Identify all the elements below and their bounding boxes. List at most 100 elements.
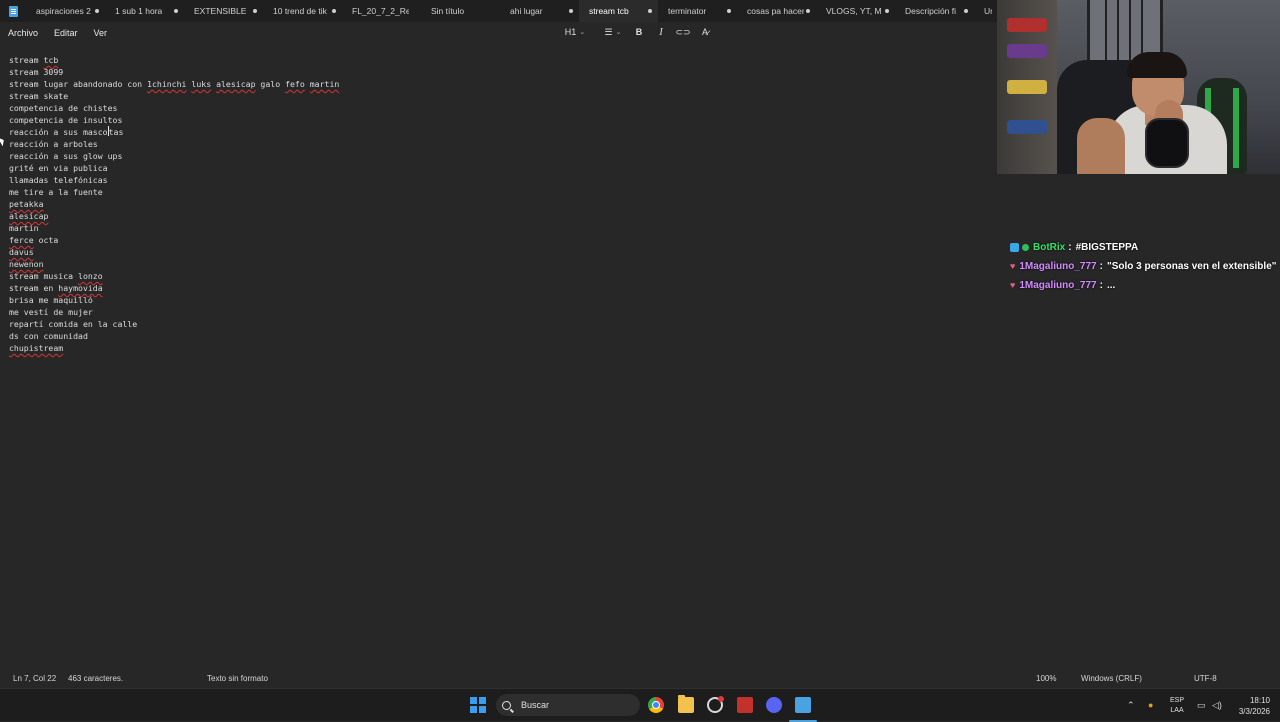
start-button[interactable] [470, 697, 486, 713]
text-line[interactable]: brisa me maquilló [9, 294, 93, 306]
text-line[interactable]: newenon [9, 258, 44, 270]
text-line[interactable]: petakka [9, 198, 44, 210]
chat-username: BotRix [1033, 241, 1066, 253]
unsaved-dot-icon[interactable] [964, 9, 968, 13]
unsaved-dot-icon[interactable] [885, 9, 889, 13]
line-ending[interactable]: Windows (CRLF) [1081, 674, 1142, 683]
tab[interactable]: FL_20_7_2_Res_temp [342, 0, 421, 22]
text-line[interactable]: stream musica lonzo [9, 270, 103, 282]
text-line[interactable]: me vestí de mujer [9, 306, 93, 318]
text-line[interactable]: reacción a arboles [9, 138, 98, 150]
text-segment: stream en [9, 283, 59, 293]
unsaved-dot-icon[interactable] [174, 9, 178, 13]
tab[interactable]: terminator [658, 0, 737, 22]
tab[interactable]: EXTENSIBLE [184, 0, 263, 22]
encoding[interactable]: UTF-8 [1194, 674, 1217, 683]
text-segment: competencia de insultos [9, 115, 123, 125]
network-icon[interactable]: ▭ [1197, 700, 1206, 711]
text-segment: grité en via publica [9, 163, 108, 173]
chevron-up-icon[interactable]: ⌃ [1127, 700, 1135, 711]
unsaved-dot-icon[interactable] [95, 9, 99, 13]
text-segment: stream 3099 [9, 67, 64, 77]
text-line[interactable]: competencia de insultos [9, 114, 122, 126]
italic-button[interactable]: I [650, 23, 672, 41]
file-explorer-icon[interactable] [678, 695, 694, 713]
text-segment: octa [33, 235, 59, 245]
bot-icon [1010, 242, 1019, 252]
text-line[interactable]: stream tcb [9, 54, 58, 66]
bold-button[interactable]: B [628, 23, 650, 41]
tab-label: Sin título [431, 6, 465, 16]
tab[interactable]: 10 trend de tik [263, 0, 342, 22]
menu-archivo[interactable]: Archivo [0, 28, 46, 38]
text-line[interactable]: reacción a sus mascotas [9, 126, 123, 138]
misspelled-word: petakka [9, 199, 44, 209]
unsaved-dot-icon[interactable] [806, 9, 810, 13]
text-line[interactable]: martin [9, 222, 39, 234]
unsaved-dot-icon[interactable] [648, 9, 652, 13]
chat-message: ♥ 1Magaliuno_777:... [1010, 276, 1115, 294]
text-line[interactable]: competencia de chistes [9, 102, 117, 114]
text-line[interactable]: chupistream [9, 342, 63, 354]
text-line[interactable]: stream lugar abandonado con 1chinchi luk… [9, 78, 339, 90]
tab[interactable]: Descripción fi [895, 0, 974, 22]
tab-label: ahi lugar [510, 6, 543, 16]
search-placeholder: Buscar [521, 700, 550, 710]
system-clock[interactable]: 18:10 3/3/2026 [1226, 695, 1270, 717]
microphone-tray-icon[interactable]: ● [1148, 700, 1153, 710]
tab[interactable]: ahi lugar [500, 0, 579, 22]
tab-label: 1 sub 1 hora [115, 6, 163, 16]
chat-message: ♥ 1Magaliuno_777: "Solo 3 personas ven el … [1010, 257, 1277, 275]
text-line[interactable]: stream skate [9, 90, 68, 102]
misspelled-word: ferce [9, 235, 34, 245]
volume-icon[interactable]: ◁) [1212, 700, 1222, 711]
app-icon[interactable] [707, 696, 724, 713]
text-line[interactable]: llamadas telefónicas [9, 174, 108, 186]
text-line[interactable]: davus [9, 246, 34, 258]
language-indicator[interactable]: ESP LAA [1170, 696, 1184, 716]
menu-editar[interactable]: Editar [46, 28, 86, 38]
misspelled-word: newenon [9, 259, 44, 269]
tab[interactable]: aspiraciones 2 [26, 0, 105, 22]
heading-dropdown[interactable]: H1 ⌄ [562, 23, 588, 41]
menu-ver[interactable]: Ver [86, 28, 116, 38]
text-line[interactable]: ds con comunidad [9, 330, 88, 342]
text-segment: stream [9, 55, 44, 65]
unsaved-dot-icon[interactable] [727, 9, 731, 13]
tab-label: EXTENSIBLE [194, 6, 247, 16]
text-line[interactable]: ferce octa [9, 234, 58, 246]
tab[interactable]: stream tcb [579, 0, 658, 22]
text-line[interactable]: grité en via publica [9, 162, 108, 174]
text-segment: galo [255, 79, 286, 89]
tab[interactable]: VLOGS, YT, M [816, 0, 895, 22]
tab[interactable]: cosas pa hacer [737, 0, 816, 22]
discord-icon[interactable] [766, 697, 782, 713]
text-line[interactable]: repartí comida en la calle [9, 318, 137, 330]
tab[interactable]: 1 sub 1 hora [105, 0, 184, 22]
unsaved-dot-icon[interactable] [569, 9, 573, 13]
chat-username: 1Magaliuno_777 [1019, 279, 1097, 291]
voicemeeter-icon[interactable] [737, 697, 753, 713]
text-editor[interactable]: stream tcb stream 3099 stream lugar abando… [0, 54, 1000, 664]
text-line[interactable]: reacción a sus glow ups [9, 150, 122, 162]
unsaved-dot-icon[interactable] [332, 9, 336, 13]
notepad-taskbar-icon[interactable] [789, 697, 817, 722]
character-count: 463 caracteres. [68, 674, 124, 683]
taskbar-search[interactable]: Buscar [496, 694, 640, 716]
zoom-level[interactable]: 100% [1036, 674, 1056, 683]
tab[interactable]: Sin título [421, 0, 500, 22]
unsaved-dot-icon[interactable] [253, 9, 257, 13]
chrome-icon[interactable] [648, 697, 664, 713]
chat-separator: : [1068, 241, 1072, 253]
text-format[interactable]: Texto sin formato [207, 674, 268, 683]
link-button[interactable]: ⊂⊃ [672, 23, 694, 41]
text-line[interactable]: me tire a la fuente [9, 186, 103, 198]
text-line[interactable]: stream 3099 [9, 66, 63, 78]
clear-format-button[interactable]: A̷ [694, 23, 716, 41]
text-line[interactable]: alesicap [9, 210, 48, 222]
chat-text: ... [1106, 279, 1116, 291]
clock-time: 18:10 [1249, 696, 1270, 705]
list-dropdown[interactable]: ☰ ⌄ [598, 23, 628, 41]
misspelled-word: fefo [285, 79, 305, 89]
text-line[interactable]: stream en haymovida [9, 282, 103, 294]
